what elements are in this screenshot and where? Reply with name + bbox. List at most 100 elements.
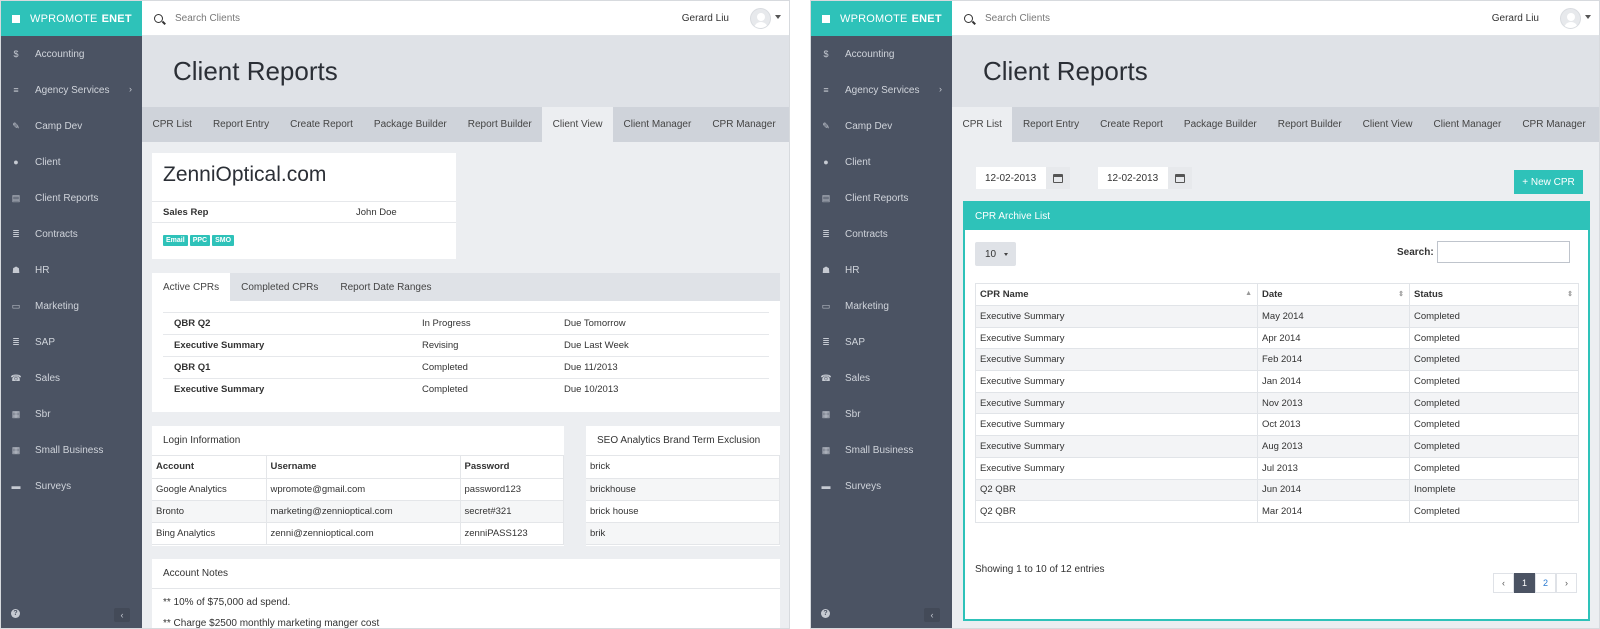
sort-asc-icon: ▲ [1245, 290, 1252, 297]
sidebar-item-contracts[interactable]: ≣ Contracts [1, 216, 142, 252]
chevron-down-icon[interactable] [775, 15, 781, 19]
sidebar-item-sap[interactable]: ≣ SAP [1, 324, 142, 360]
cpr-name: Executive Summary [975, 305, 1258, 328]
sidebar-item-sap[interactable]: ≣ SAP [811, 324, 952, 360]
sidebar-item-sbr[interactable]: ▦ Sbr [1, 396, 142, 432]
sidebar-item-sales[interactable]: ☎ Sales [811, 360, 952, 396]
collapse-sidebar-button[interactable]: ‹ [114, 608, 130, 622]
tab-cpr-list[interactable]: CPR List [142, 107, 202, 142]
sidebar-item-label: Accounting [845, 48, 895, 60]
tab-cpr-list[interactable]: CPR List [952, 107, 1013, 142]
table-row[interactable]: Executive Summary Revising Due Last Week [163, 334, 769, 357]
page-button-2[interactable]: 2 [1535, 573, 1556, 593]
tab-report-builder[interactable]: Report Builder [1267, 107, 1352, 142]
list-item: brick house [586, 500, 780, 523]
sidebar-item-small-business[interactable]: ▦ Small Business [811, 432, 952, 468]
user-name[interactable]: Gerard Liu [1492, 13, 1539, 24]
table-row[interactable]: Executive Summary Oct 2013 Completed [975, 413, 1579, 437]
sidebar-item-sbr[interactable]: ▦ Sbr [811, 396, 952, 432]
sidebar-item-accounting[interactable]: $ Accounting [811, 36, 952, 72]
new-cpr-button[interactable]: + New CPR [1514, 170, 1583, 194]
brand-logo[interactable]: WPROMOTE ENET [811, 1, 952, 36]
sidebar-item-surveys[interactable]: ▬ Surveys [811, 468, 952, 504]
note-line: ** 10% of $75,000 ad spend. [163, 597, 291, 608]
date-from-picker-button[interactable] [1046, 167, 1070, 189]
table-search-input[interactable] [1437, 241, 1570, 263]
tab-client-manager[interactable]: Client Manager [1423, 107, 1512, 142]
cpr-status: Revising [422, 334, 564, 357]
avatar[interactable] [1560, 8, 1581, 29]
help-icon[interactable]: ? [821, 609, 830, 618]
date-to-field[interactable]: 12-02-2013 [1098, 167, 1192, 189]
sidebar-item-client[interactable]: ● Client [1, 144, 142, 180]
table-row[interactable]: Executive Summary Completed Due 10/2013 [163, 378, 769, 401]
sort-date-header[interactable]: Date ⇕ [1257, 283, 1410, 306]
table-row[interactable]: Q2 QBR Jun 2014 Inomplete [975, 478, 1579, 502]
cpr-name: Executive Summary [975, 370, 1258, 393]
sidebar-item-client-reports[interactable]: ▤ Client Reports [811, 180, 952, 216]
table-row[interactable]: Executive Summary May 2014 Completed [975, 305, 1579, 328]
cpr-name: Executive Summary [975, 348, 1258, 372]
tab-create-report[interactable]: Create Report [280, 107, 364, 142]
cpr-date: Jul 2013 [1257, 456, 1410, 480]
cpr-name: Q2 QBR [975, 478, 1258, 502]
table-row[interactable]: Executive Summary Feb 2014 Completed [975, 348, 1579, 372]
tab-completed-cprs[interactable]: Completed CPRs [230, 273, 329, 301]
page-length-select[interactable]: 10 [975, 242, 1016, 266]
table-row[interactable]: Executive Summary Aug 2013 Completed [975, 435, 1579, 458]
brand-logo[interactable]: WPROMOTE ENET [1, 1, 142, 36]
prev-page-button[interactable]: ‹ [1493, 573, 1514, 593]
table-row[interactable]: QBR Q2 In Progress Due Tomorrow [163, 312, 769, 335]
tab-report-builder[interactable]: Report Builder [457, 107, 542, 142]
page-button-1[interactable]: 1 [1514, 573, 1535, 593]
chevron-down-icon[interactable] [1585, 15, 1591, 19]
tab-client-view[interactable]: Client View [542, 107, 613, 142]
sidebar-item-sales[interactable]: ☎ Sales [1, 360, 142, 396]
user-name[interactable]: Gerard Liu [682, 13, 729, 24]
sort-cpr-name-header[interactable]: CPR Name ▲ [975, 283, 1258, 306]
tab-report-entry[interactable]: Report Entry [1012, 107, 1089, 142]
tab-package-builder[interactable]: Package Builder [1173, 107, 1267, 142]
tab-cpr-manager[interactable]: CPR Manager [1512, 107, 1596, 142]
tab-package-builder[interactable]: Package Builder [363, 107, 457, 142]
sidebar-item-client[interactable]: ● Client [811, 144, 952, 180]
badge-smo: SMO [212, 235, 235, 246]
sidebar-item-contracts[interactable]: ≣ Contracts [811, 216, 952, 252]
tab-report-entry[interactable]: Report Entry [202, 107, 279, 142]
table-row[interactable]: Executive Summary Nov 2013 Completed [975, 391, 1579, 415]
tab-cpr-manager[interactable]: CPR Manager [702, 107, 786, 142]
tab-client-view[interactable]: Client View [1352, 107, 1423, 142]
table-row[interactable]: QBR Q1 Completed Due 11/2013 [163, 356, 769, 379]
collapse-sidebar-button[interactable]: ‹ [924, 608, 940, 622]
table-row[interactable]: Executive Summary Apr 2014 Completed [975, 326, 1579, 350]
table-row[interactable]: Q2 QBR Mar 2014 Completed [975, 500, 1579, 523]
cpr-date: Feb 2014 [1257, 348, 1410, 372]
search-input[interactable] [175, 12, 475, 24]
tab-client-manager[interactable]: Client Manager [613, 107, 702, 142]
calendar-icon [1175, 173, 1185, 183]
sidebar-item-surveys[interactable]: ▬ Surveys [1, 468, 142, 504]
tab-report-date-ranges[interactable]: Report Date Ranges [329, 273, 442, 301]
help-icon[interactable]: ? [11, 609, 20, 618]
sidebar-item-agency-services[interactable]: ≡ Agency Services › [811, 72, 952, 108]
avatar[interactable] [750, 8, 771, 29]
sidebar-item-agency-services[interactable]: ≡ Agency Services › [1, 72, 142, 108]
sidebar-item-hr[interactable]: ☗ HR [811, 252, 952, 288]
next-page-button[interactable]: › [1556, 573, 1577, 593]
sort-status-header[interactable]: Status ⇕ [1409, 283, 1579, 306]
sidebar-item-client-reports[interactable]: ▤ Client Reports [1, 180, 142, 216]
sidebar-item-small-business[interactable]: ▦ Small Business [1, 432, 142, 468]
sidebar-item-marketing[interactable]: ▭ Marketing [811, 288, 952, 324]
sidebar-item-marketing[interactable]: ▭ Marketing [1, 288, 142, 324]
sidebar-item-accounting[interactable]: $ Accounting [1, 36, 142, 72]
sidebar-item-camp-dev[interactable]: ✎ Camp Dev [811, 108, 952, 144]
search-input[interactable] [985, 12, 1285, 24]
date-from-field[interactable]: 12-02-2013 [976, 167, 1070, 189]
tab-create-report[interactable]: Create Report [1090, 107, 1174, 142]
tab-active-cprs[interactable]: Active CPRs [152, 273, 231, 301]
table-row[interactable]: Executive Summary Jul 2013 Completed [975, 456, 1579, 480]
date-to-picker-button[interactable] [1168, 167, 1192, 189]
table-row[interactable]: Executive Summary Jan 2014 Completed [975, 370, 1579, 393]
sidebar-item-hr[interactable]: ☗ HR [1, 252, 142, 288]
sidebar-item-camp-dev[interactable]: ✎ Camp Dev [1, 108, 142, 144]
